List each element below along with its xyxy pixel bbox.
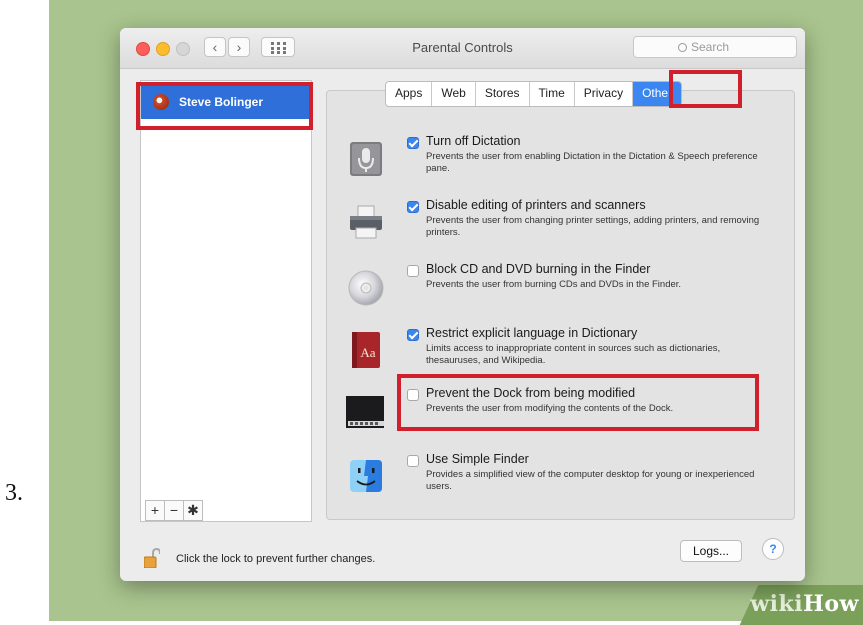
gear-icon[interactable]: ✱ <box>184 501 202 520</box>
highlight-other-tab <box>669 70 742 108</box>
option-title: Turn off Dictation <box>426 134 521 148</box>
user-list: Steve Bolinger <box>140 80 312 522</box>
remove-user-button[interactable]: − <box>165 501 184 520</box>
option-title: Use Simple Finder <box>426 452 529 466</box>
option-description: Limits access to inappropriate content i… <box>426 343 721 366</box>
option-simple-finder: Use Simple Finder Provides a simplified … <box>340 452 780 512</box>
option-description: Prevents the user from burning CDs and D… <box>426 279 682 290</box>
help-button[interactable]: ? <box>762 538 784 560</box>
dictation-checkbox[interactable] <box>407 137 419 149</box>
option-description: Prevents the user from enabling Dictatio… <box>426 151 758 174</box>
step-number: 3. <box>5 480 23 506</box>
tab-bar: Apps Web Stores Time Privacy Other <box>385 81 683 107</box>
option-title: Disable editing of printers and scanners <box>426 198 646 212</box>
watermark-wiki: wiki <box>750 591 804 617</box>
dock-icon <box>346 396 384 428</box>
parental-controls-window: ‹ › Parental Controls Search Steve Bolin… <box>120 28 805 581</box>
tab-stores[interactable]: Stores <box>476 82 530 106</box>
tab-apps[interactable]: Apps <box>386 82 433 106</box>
option-description: Prevents the user from changing printer … <box>426 215 760 238</box>
watermark-how: How <box>803 591 859 617</box>
microphone-icon <box>350 142 382 176</box>
option-cd-burning: Block CD and DVD burning in the Finder P… <box>340 262 780 322</box>
highlight-user <box>136 82 313 130</box>
dictionary-checkbox[interactable] <box>407 329 419 341</box>
tab-privacy[interactable]: Privacy <box>575 82 634 106</box>
printer-icon <box>350 205 382 239</box>
lock-message: Click the lock to prevent further change… <box>176 553 376 565</box>
wikihow-watermark: wikiHow <box>750 591 859 617</box>
search-icon <box>678 43 687 52</box>
tab-time[interactable]: Time <box>530 82 575 106</box>
finder-icon <box>350 460 382 492</box>
title-bar: ‹ › Parental Controls Search <box>120 28 805 69</box>
option-description: Provides a simplified view of the comput… <box>426 469 755 492</box>
dictionary-icon: Aa <box>352 332 380 368</box>
svg-text:Aa: Aa <box>360 345 375 360</box>
logs-button[interactable]: Logs... <box>680 540 742 562</box>
option-title: Block CD and DVD burning in the Finder <box>426 262 651 276</box>
highlight-dock-option <box>397 374 759 431</box>
cd-burning-checkbox[interactable] <box>407 265 419 277</box>
add-user-button[interactable]: + <box>146 501 165 520</box>
search-placeholder: Search <box>691 40 730 54</box>
lock-icon[interactable] <box>144 548 160 568</box>
printers-checkbox[interactable] <box>407 201 419 213</box>
tab-web[interactable]: Web <box>432 82 476 106</box>
search-field[interactable]: Search <box>633 36 797 58</box>
option-printers: Disable editing of printers and scanners… <box>340 198 780 258</box>
option-dictation: Turn off Dictation Prevents the user fro… <box>340 134 780 194</box>
user-list-controls: + − ✱ <box>145 500 203 521</box>
cd-icon <box>348 270 384 306</box>
option-title: Restrict explicit language in Dictionary <box>426 326 638 340</box>
simple-finder-checkbox[interactable] <box>407 455 419 467</box>
